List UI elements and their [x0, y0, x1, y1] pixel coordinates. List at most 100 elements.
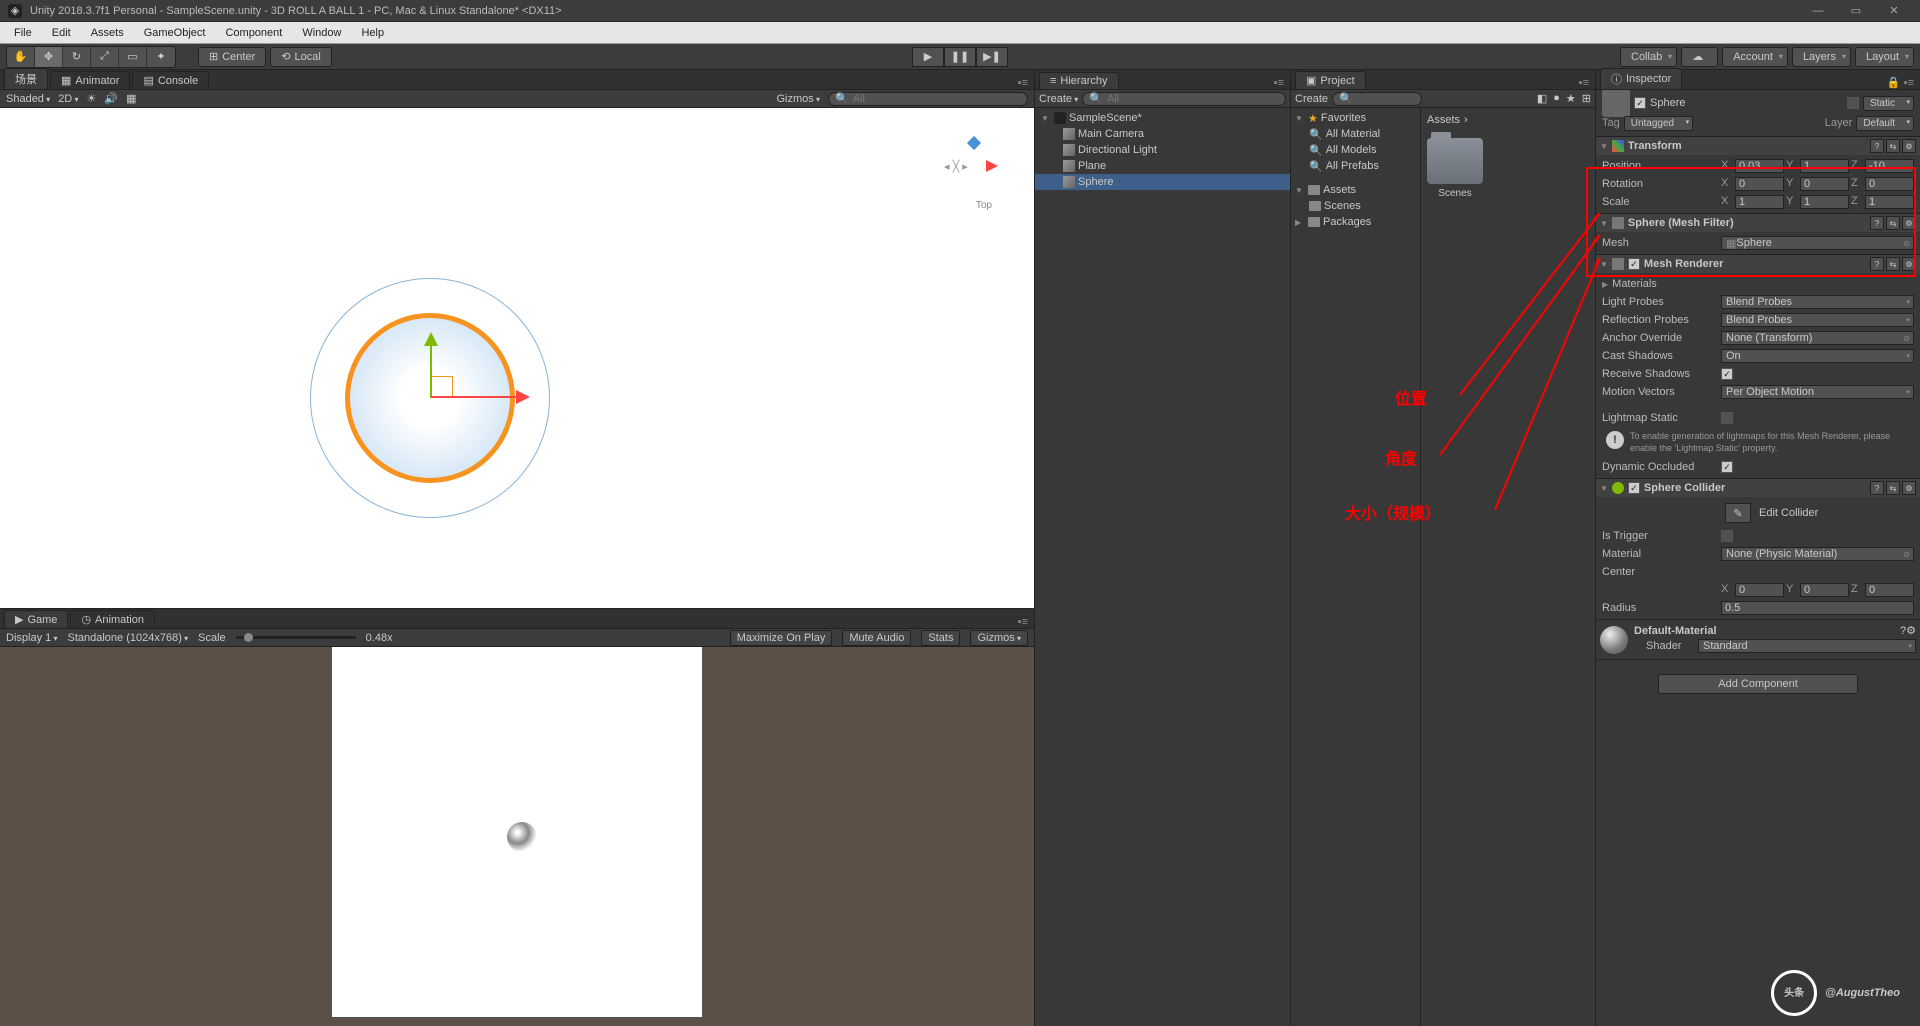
assets-root[interactable]: ▼Assets: [1291, 182, 1420, 198]
display-dropdown[interactable]: Display 1: [6, 632, 58, 644]
scene-search[interactable]: 🔍All: [828, 92, 1028, 106]
help-button[interactable]: ?: [1870, 481, 1884, 495]
tab-project[interactable]: ▣Project: [1295, 71, 1366, 89]
gizmos-dropdown[interactable]: Gizmos: [776, 93, 820, 105]
inspector-options[interactable]: 🔒 ▪≡: [1881, 76, 1920, 89]
maximize-on-play[interactable]: Maximize On Play: [730, 630, 833, 646]
fx-toggle[interactable]: ▦: [126, 92, 136, 105]
fav-models[interactable]: 🔍All Models: [1291, 142, 1420, 158]
preset-button[interactable]: ⇆: [1886, 216, 1900, 230]
orientation-gizmo[interactable]: ◂ ╳ ▸: [944, 138, 1004, 198]
layout-dropdown[interactable]: Layout: [1855, 47, 1914, 67]
lightmapstatic-checkbox[interactable]: [1721, 412, 1733, 424]
tag-dropdown[interactable]: Untagged: [1624, 116, 1693, 131]
preset-button[interactable]: ⇆: [1886, 481, 1900, 495]
dynocc-checkbox[interactable]: ✓: [1721, 461, 1733, 473]
gizmo-z-icon[interactable]: ◂ ╳ ▸: [944, 160, 968, 173]
fav-prefabs[interactable]: 🔍All Prefabs: [1291, 158, 1420, 174]
filter-icon[interactable]: ◧: [1537, 92, 1547, 105]
center-z[interactable]: 0: [1865, 583, 1914, 597]
menu-window[interactable]: Window: [292, 25, 351, 41]
project-search[interactable]: 🔍: [1332, 92, 1422, 106]
create-dropdown[interactable]: Create: [1039, 93, 1078, 105]
stats-button[interactable]: Stats: [921, 630, 960, 646]
2d-toggle[interactable]: 2D: [58, 93, 78, 105]
mute-audio[interactable]: Mute Audio: [842, 630, 911, 646]
active-checkbox[interactable]: ✓: [1634, 97, 1646, 109]
breadcrumb[interactable]: Assets›: [1427, 112, 1589, 128]
pos-z[interactable]: -10: [1865, 159, 1914, 173]
hierarchy-options[interactable]: ▪≡: [1268, 77, 1290, 89]
rot-x[interactable]: 0: [1735, 177, 1784, 191]
rot-z[interactable]: 0: [1865, 177, 1914, 191]
preset-button[interactable]: ⇆: [1886, 257, 1900, 271]
anchor-field[interactable]: None (Transform): [1721, 331, 1914, 345]
scene-root[interactable]: ▼SampleScene*: [1035, 110, 1290, 126]
gear-icon[interactable]: ⚙: [1902, 481, 1916, 495]
add-component-button[interactable]: Add Component: [1658, 674, 1858, 694]
hierarchy-plane[interactable]: Plane: [1035, 158, 1290, 174]
scale-tool[interactable]: ⤢: [91, 47, 119, 67]
gizmo-plane[interactable]: [431, 376, 453, 398]
collab-dropdown[interactable]: Collab: [1620, 47, 1677, 67]
menu-edit[interactable]: Edit: [42, 25, 81, 41]
tab-animator[interactable]: ▦Animator: [50, 71, 130, 89]
tab-inspector[interactable]: ⓘInspector: [1600, 68, 1682, 89]
gear-icon[interactable]: ⚙: [1902, 257, 1916, 271]
save-icon[interactable]: ⊞: [1582, 92, 1591, 105]
recv-checkbox[interactable]: ✓: [1721, 368, 1733, 380]
center-y[interactable]: 0: [1800, 583, 1849, 597]
pause-button[interactable]: ❚❚: [944, 47, 976, 67]
move-tool[interactable]: ✥: [35, 47, 63, 67]
gameobject-icon[interactable]: [1602, 90, 1630, 117]
project-create[interactable]: Create: [1295, 93, 1328, 105]
preset-button[interactable]: ⇆: [1886, 139, 1900, 153]
help-button[interactable]: ?: [1870, 216, 1884, 230]
trigger-checkbox[interactable]: [1721, 530, 1733, 542]
aspect-dropdown[interactable]: Standalone (1024x768): [68, 632, 189, 644]
x-axis-handle[interactable]: [431, 396, 516, 398]
renderer-enabled[interactable]: ✓: [1628, 258, 1640, 270]
space-toggle[interactable]: ⟲Local: [270, 47, 332, 67]
fav-materials[interactable]: 🔍All Material: [1291, 126, 1420, 142]
scenes-folder[interactable]: Scenes: [1291, 198, 1420, 214]
step-button[interactable]: ▶❚: [976, 47, 1008, 67]
object-name-field[interactable]: Sphere: [1650, 97, 1843, 109]
scale-slider[interactable]: [236, 636, 356, 639]
menu-assets[interactable]: Assets: [81, 25, 134, 41]
collider-enabled[interactable]: ✓: [1628, 482, 1640, 494]
rot-y[interactable]: 0: [1800, 177, 1849, 191]
y-axis-arrow-icon[interactable]: [424, 332, 438, 346]
hierarchy-camera[interactable]: Main Camera: [1035, 126, 1290, 142]
tab-options[interactable]: ▪≡: [1012, 77, 1034, 89]
pos-y[interactable]: 1: [1800, 159, 1849, 173]
pos-x[interactable]: 0.03: [1735, 159, 1784, 173]
favorites-root[interactable]: ▼★Favorites: [1291, 110, 1420, 126]
layers-dropdown[interactable]: Layers: [1792, 47, 1851, 67]
packages-root[interactable]: ▶Packages: [1291, 214, 1420, 230]
mesh-field[interactable]: ▦ Sphere: [1721, 236, 1914, 250]
menu-gameobject[interactable]: GameObject: [134, 25, 216, 41]
tab-game[interactable]: ▶Game: [4, 610, 68, 628]
rotate-tool[interactable]: ↻: [63, 47, 91, 67]
edit-collider-button[interactable]: ✎: [1725, 503, 1751, 523]
gear-icon[interactable]: ⚙: [1902, 216, 1916, 230]
help-button[interactable]: ?: [1870, 257, 1884, 271]
center-x[interactable]: 0: [1735, 583, 1784, 597]
gear-icon[interactable]: ⚙: [1902, 139, 1916, 153]
tab-animation[interactable]: ◷Animation: [70, 610, 155, 628]
multi-tool[interactable]: ✦: [147, 47, 175, 67]
static-checkbox[interactable]: [1847, 97, 1859, 109]
tab-hierarchy[interactable]: ≡Hierarchy: [1039, 72, 1119, 89]
layer-dropdown[interactable]: Default: [1856, 116, 1914, 131]
game-tab-options[interactable]: ▪≡: [1012, 616, 1034, 628]
hand-tool[interactable]: ✋: [7, 47, 35, 67]
materials-foldout[interactable]: Materials: [1612, 278, 1657, 290]
lightprobes-dropdown[interactable]: Blend Probes: [1721, 295, 1914, 309]
close-button[interactable]: ✕: [1876, 2, 1912, 20]
gizmo-x-icon[interactable]: [986, 160, 998, 172]
gizmo-y-icon[interactable]: [967, 136, 981, 150]
hierarchy-search[interactable]: 🔍All: [1082, 92, 1286, 106]
maximize-button[interactable]: ▭: [1838, 2, 1874, 20]
y-axis-handle[interactable]: [430, 343, 432, 398]
